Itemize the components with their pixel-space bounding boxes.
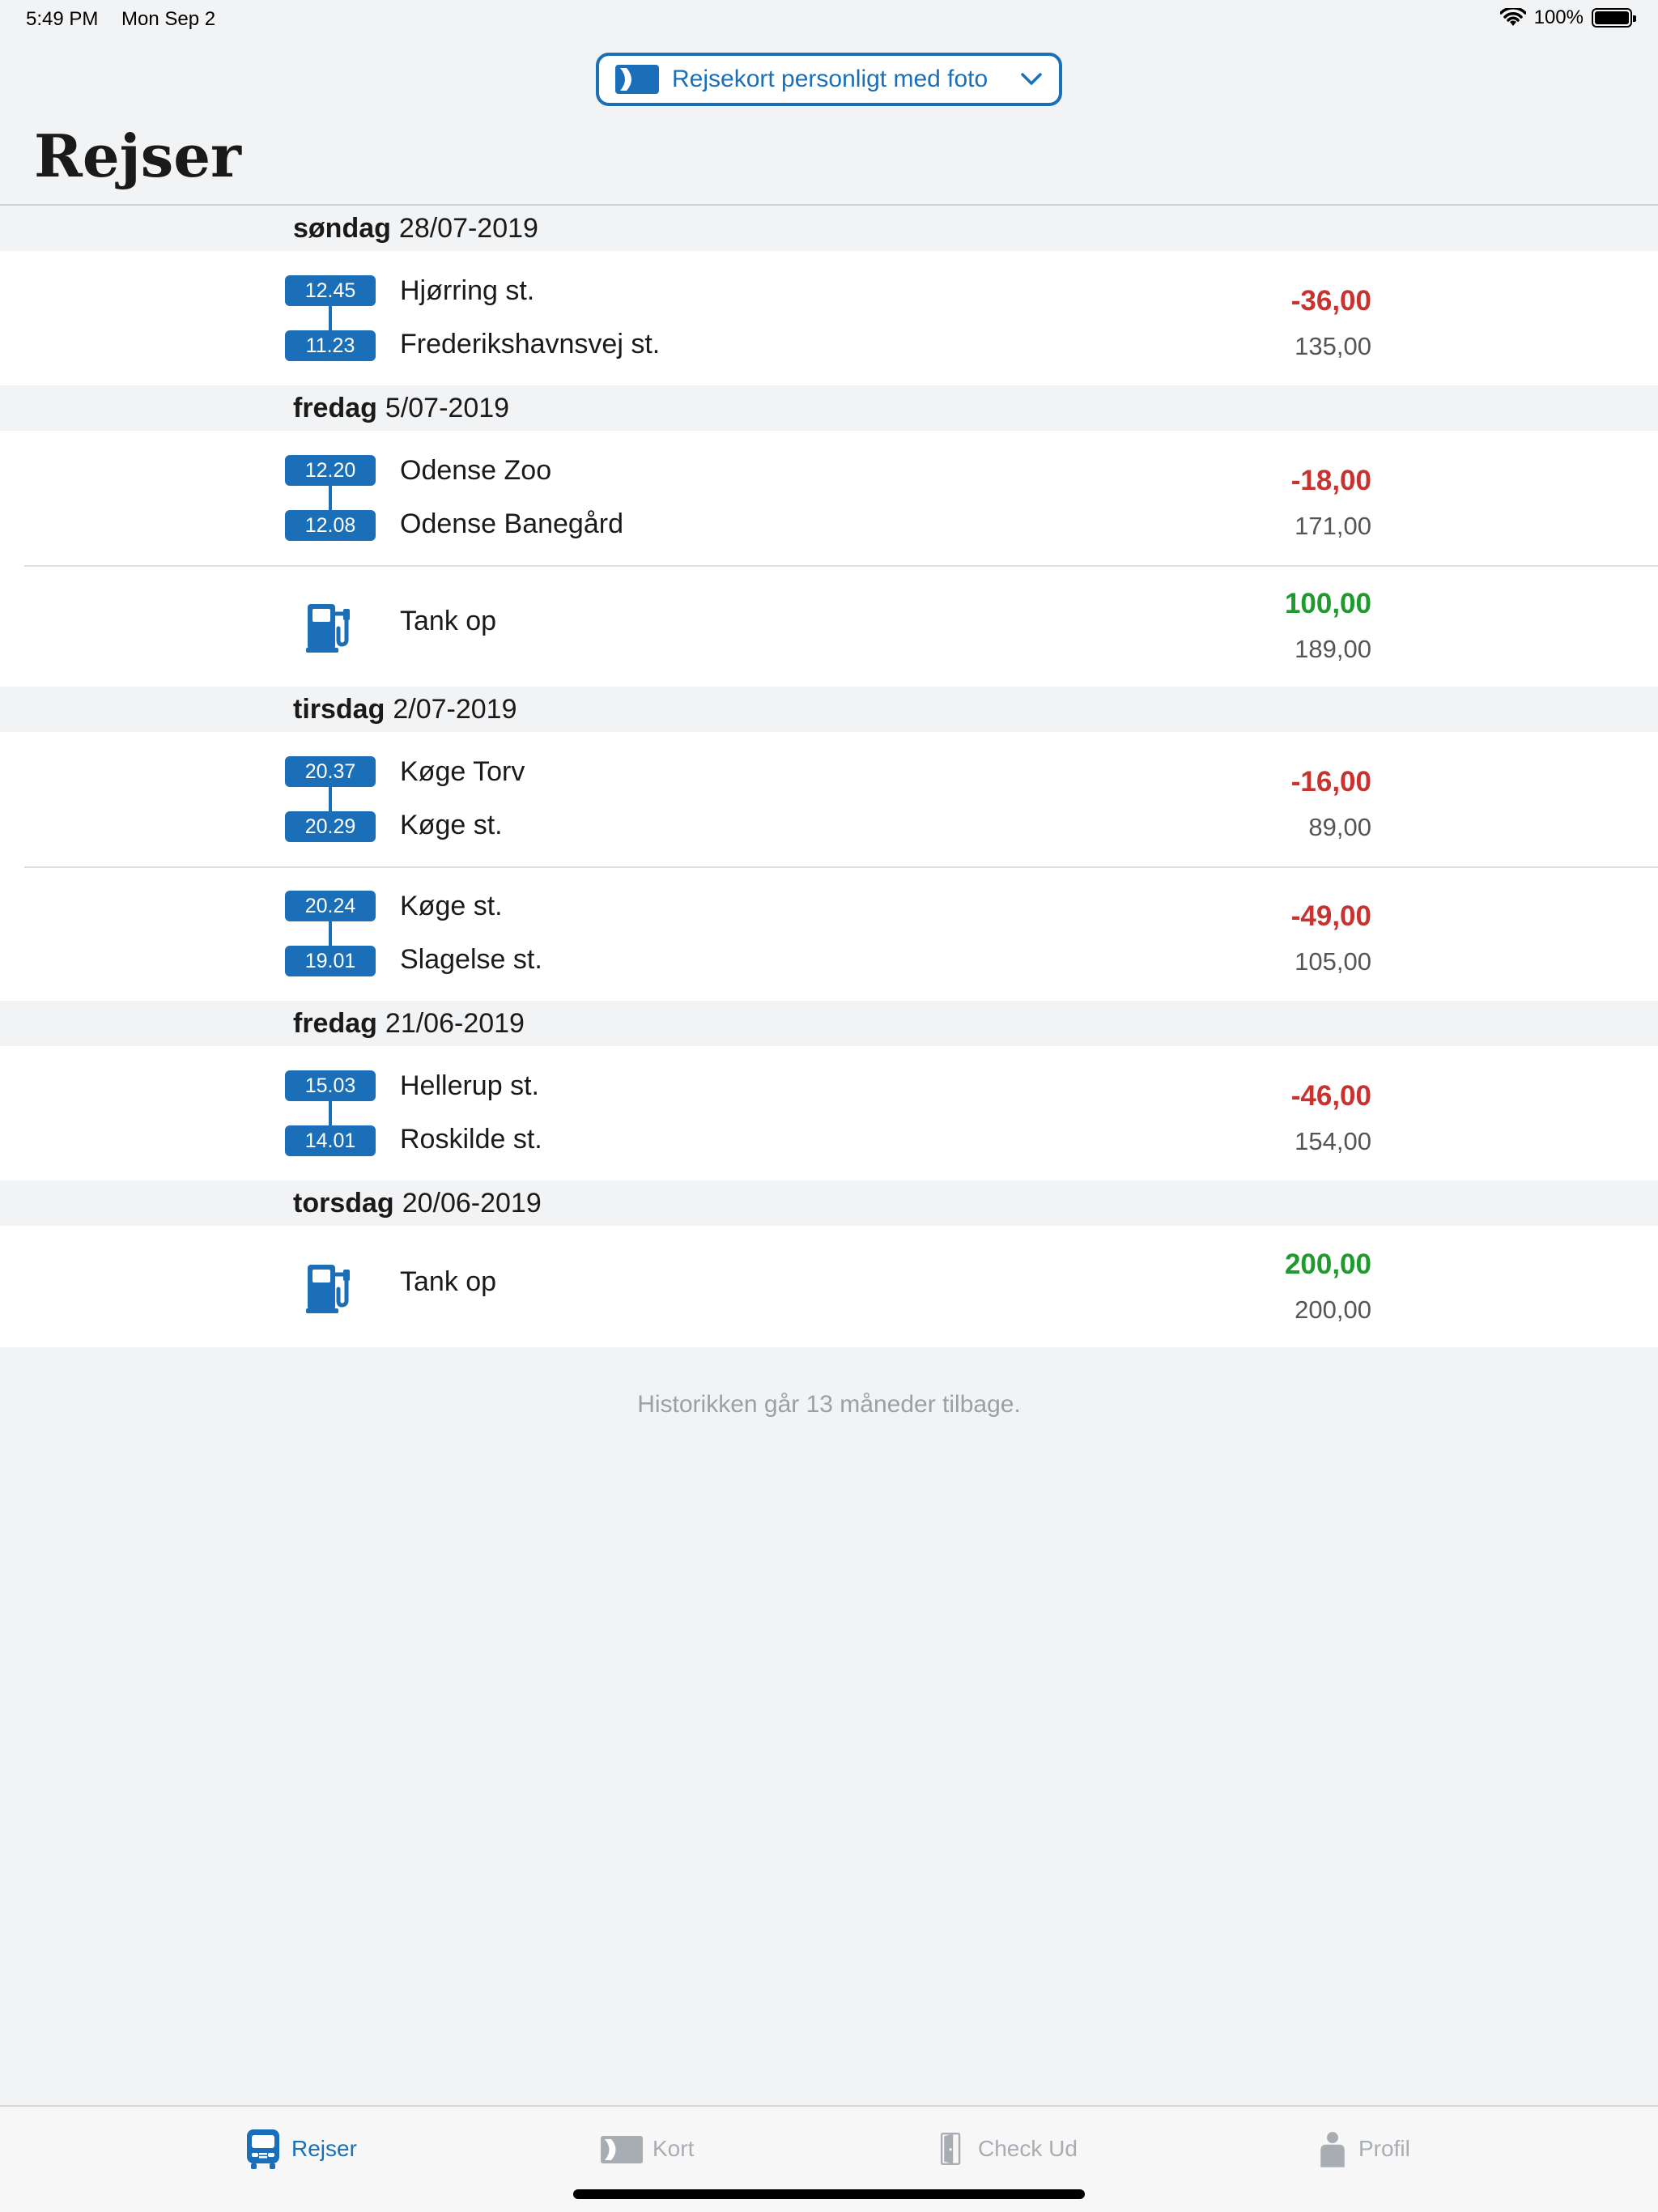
balance-after: 105,00 xyxy=(1295,947,1371,976)
card-selector-label: Rejsekort personligt med foto xyxy=(672,66,988,92)
start-stop: Køge Torv xyxy=(400,756,525,787)
day-weekday: torsdag xyxy=(293,1187,394,1219)
home-indicator[interactable] xyxy=(573,2189,1085,2199)
balance-after: 89,00 xyxy=(1308,813,1371,841)
check-in-time-badge: 15.03 xyxy=(285,1070,376,1101)
day-date: 20/06-2019 xyxy=(402,1187,542,1219)
balance-after: 171,00 xyxy=(1295,512,1371,540)
person-icon xyxy=(1320,2132,1345,2167)
topup-label: Tank op xyxy=(400,1266,497,1297)
balance-after: 135,00 xyxy=(1295,332,1371,360)
door-icon xyxy=(940,2133,961,2165)
day-weekday: fredag xyxy=(293,1007,377,1039)
trip-amount: -36,00 xyxy=(1290,285,1371,317)
card-icon xyxy=(615,65,659,94)
trip-row[interactable]: 12.20 12.08 Odense Zoo Odense Banegård -… xyxy=(0,431,1658,565)
tab-label: Rejser xyxy=(291,2136,357,2161)
start-stop: Hjørring st. xyxy=(400,275,535,306)
end-stop: Roskilde st. xyxy=(400,1124,542,1155)
trip-row[interactable]: 20.24 19.01 Køge st. Slagelse st. -49,00… xyxy=(0,866,1658,1001)
start-stop: Køge st. xyxy=(400,891,503,921)
day-weekday: fredag xyxy=(293,392,377,423)
check-out-time-badge: 12.08 xyxy=(285,510,376,541)
status-time: 5:49 PM xyxy=(26,8,99,30)
card-icon xyxy=(601,2136,643,2163)
trip-row[interactable]: 15.03 14.01 Hellerup st. Roskilde st. -4… xyxy=(0,1046,1658,1180)
end-stop: Frederikshavnsvej st. xyxy=(400,329,661,359)
check-in-time-badge: 20.37 xyxy=(285,756,376,787)
trip-connector xyxy=(329,1101,332,1125)
chevron-down-icon xyxy=(1021,73,1042,85)
topup-amount: 200,00 xyxy=(1284,1249,1371,1280)
end-stop: Slagelse st. xyxy=(400,944,542,975)
day-group: Tank op 200,00 200,00 xyxy=(0,1226,1658,1347)
history-note: Historikken går 13 måneder tilbage. xyxy=(637,1391,1021,1418)
tab-profil[interactable]: Profil xyxy=(1316,2128,1410,2170)
day-date: 5/07-2019 xyxy=(385,392,510,423)
day-weekday: søndag xyxy=(293,212,391,244)
trip-amount: -18,00 xyxy=(1290,465,1371,496)
balance-after: 200,00 xyxy=(1295,1295,1371,1324)
battery-percent: 100% xyxy=(1533,6,1584,28)
status-bar: 5:49 PM Mon Sep 2 100% xyxy=(0,0,1658,39)
day-weekday: tirsdag xyxy=(293,693,385,725)
topup-row[interactable]: Tank op 100,00 189,00 xyxy=(0,565,1658,687)
status-right: 100% xyxy=(1499,6,1636,29)
tab-check-ud[interactable]: Check Ud xyxy=(939,2128,1078,2170)
topup-label: Tank op xyxy=(400,606,497,636)
check-out-time-badge: 20.29 xyxy=(285,811,376,842)
check-out-time-badge: 11.23 xyxy=(285,330,376,361)
day-group: 12.45 11.23 Hjørring st. Frederikshavnsv… xyxy=(0,251,1658,385)
journey-list[interactable]: søndag 28/07-2019 12.45 11.23 Hjørring s… xyxy=(0,206,1658,1347)
topup-amount: 100,00 xyxy=(1284,588,1371,619)
tab-label: Check Ud xyxy=(978,2136,1078,2161)
tab-label: Profil xyxy=(1358,2136,1410,2161)
day-header: fredag 5/07-2019 xyxy=(0,385,1658,431)
wifi-icon xyxy=(1499,8,1526,26)
bus-icon xyxy=(247,2129,279,2169)
end-stop: Køge st. xyxy=(400,810,503,840)
day-date: 28/07-2019 xyxy=(398,212,538,244)
day-header: fredag 21/06-2019 xyxy=(0,1001,1658,1046)
end-stop: Odense Banegård xyxy=(400,508,623,539)
trip-amount: -16,00 xyxy=(1290,766,1371,798)
day-header: tirsdag 2/07-2019 xyxy=(0,687,1658,732)
trip-row[interactable]: 12.45 11.23 Hjørring st. Frederikshavnsv… xyxy=(0,251,1658,385)
balance-after: 189,00 xyxy=(1295,635,1371,663)
start-stop: Hellerup st. xyxy=(400,1070,539,1101)
fuel-pump-icon xyxy=(306,604,350,653)
tab-rejser[interactable]: Rejser xyxy=(244,2128,357,2170)
day-header: søndag 28/07-2019 xyxy=(0,206,1658,251)
day-group: 20.37 20.29 Køge Torv Køge st. -16,00 89… xyxy=(0,732,1658,1001)
trip-connector xyxy=(329,306,332,330)
tab-kort[interactable]: Kort xyxy=(601,2128,694,2170)
check-in-time-badge: 12.20 xyxy=(285,455,376,486)
status-date: Mon Sep 2 xyxy=(121,8,216,30)
trip-connector xyxy=(329,486,332,510)
day-group: 12.20 12.08 Odense Zoo Odense Banegård -… xyxy=(0,431,1658,687)
topup-row[interactable]: Tank op 200,00 200,00 xyxy=(0,1226,1658,1347)
battery-icon xyxy=(1592,8,1636,28)
fuel-pump-icon xyxy=(306,1265,350,1313)
check-in-time-badge: 12.45 xyxy=(285,275,376,306)
day-header: torsdag 20/06-2019 xyxy=(0,1180,1658,1226)
balance-after: 154,00 xyxy=(1295,1127,1371,1155)
day-date: 21/06-2019 xyxy=(385,1007,525,1039)
day-date: 2/07-2019 xyxy=(393,693,517,725)
start-stop: Odense Zoo xyxy=(400,455,552,486)
trip-connector xyxy=(329,787,332,811)
card-selector-button[interactable]: Rejsekort personligt med foto xyxy=(596,53,1062,106)
check-in-time-badge: 20.24 xyxy=(285,891,376,921)
day-group: 15.03 14.01 Hellerup st. Roskilde st. -4… xyxy=(0,1046,1658,1180)
check-out-time-badge: 19.01 xyxy=(285,946,376,976)
trip-connector xyxy=(329,921,332,946)
trip-amount: -46,00 xyxy=(1290,1080,1371,1112)
page-title: Rejser xyxy=(34,121,241,190)
tab-label: Kort xyxy=(653,2136,695,2161)
trip-amount: -49,00 xyxy=(1290,900,1371,932)
check-out-time-badge: 14.01 xyxy=(285,1125,376,1156)
trip-row[interactable]: 20.37 20.29 Køge Torv Køge st. -16,00 89… xyxy=(0,732,1658,866)
